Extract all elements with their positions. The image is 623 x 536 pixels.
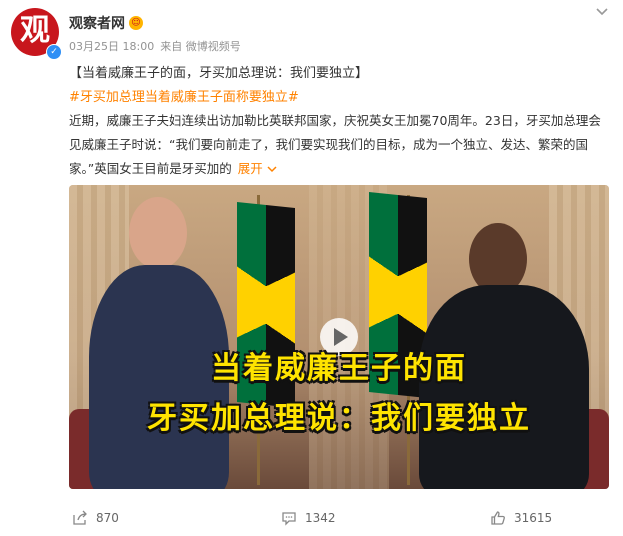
like-button[interactable]: 31615: [490, 510, 552, 526]
post-body-text: 近期，威廉王子夫妇连续出访加勒比英联邦国家，庆祝英女王加冕70周年。23日，牙买…: [69, 113, 601, 176]
topic-hashtag-link[interactable]: #牙买加总理当着威廉王子面称要独立#: [69, 86, 299, 105]
gold-medal-badge-icon[interactable]: ☺: [129, 16, 143, 30]
author-name[interactable]: 观察者网: [69, 13, 125, 33]
video-player[interactable]: 当着威廉王子的面 牙买加总理说：我们要独立: [69, 185, 609, 489]
author-row: 观察者网 ☺: [69, 13, 143, 33]
share-button[interactable]: 870: [72, 510, 119, 526]
comment-count: 1342: [305, 511, 336, 525]
share-count: 870: [96, 511, 119, 525]
post-date[interactable]: 03月25日 18:00: [69, 38, 154, 54]
verified-check-icon: ✓: [46, 44, 62, 60]
expand-link[interactable]: 展开: [238, 161, 277, 176]
thumbs-up-icon: [491, 511, 505, 525]
video-caption-line1: 当着威廉王子的面: [211, 351, 467, 386]
comment-button[interactable]: 1342: [281, 510, 336, 526]
chevron-down-icon[interactable]: [595, 4, 609, 18]
post-headline: 【当着威廉王子的面，牙买加总理说：我们要独立】: [69, 66, 369, 81]
post-body: 近期，威廉王子夫妇连续出访加勒比英联邦国家，庆祝英女王加冕70周年。23日，牙买…: [69, 109, 607, 181]
comment-icon: [282, 512, 296, 526]
post-meta: 03月25日 18:00 来自 微博视频号: [69, 38, 241, 54]
post-source: 来自 微博视频号: [160, 40, 241, 53]
expand-label: 展开: [237, 161, 263, 176]
like-count: 31615: [514, 511, 553, 525]
person-left-head: [129, 197, 187, 269]
person-right-body: [419, 285, 589, 489]
expand-chevron-icon: [267, 166, 277, 173]
post-footer: 870 1342 31615: [0, 500, 623, 536]
share-icon: [73, 510, 87, 525]
video-caption-line2: 牙买加总理说：我们要独立: [147, 401, 531, 436]
